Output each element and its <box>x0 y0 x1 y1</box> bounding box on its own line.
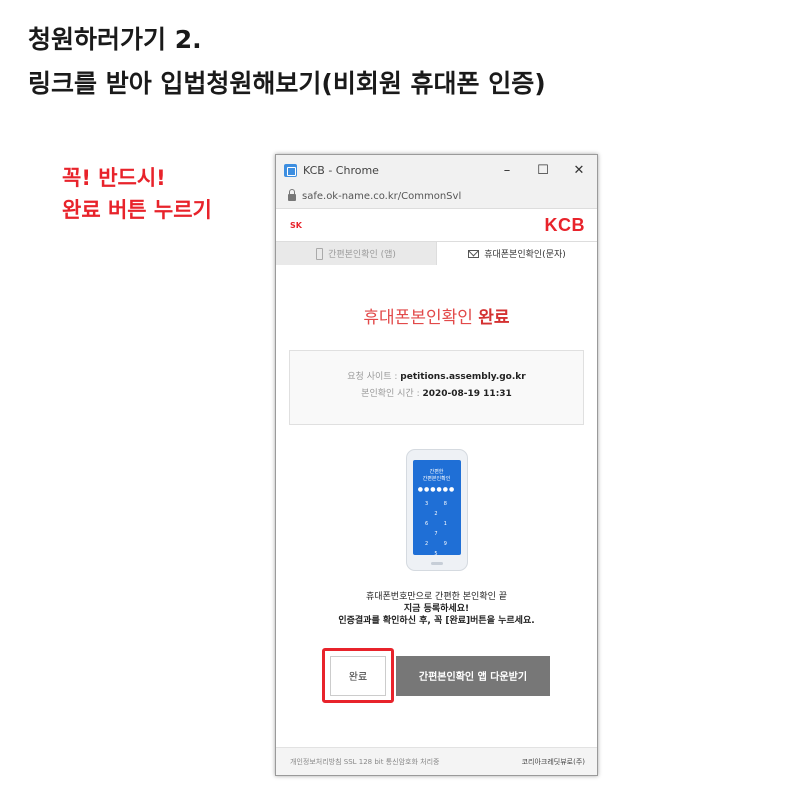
phone-pin-dots: ●●●●●● <box>417 486 456 493</box>
done-button[interactable]: 완료 <box>330 655 386 696</box>
button-row: 완료 간편본인확인 앱 다운받기 <box>276 648 597 703</box>
verification-tabs: 간편본인확인 (앱) 휴대폰본인확인(문자) <box>276 241 597 265</box>
app-download-button[interactable]: 간편본인확인 앱 다운받기 <box>396 655 550 696</box>
keypad-row-2: 6 1 7 <box>425 521 454 537</box>
window-title: KCB - Chrome <box>303 163 379 177</box>
chrome-window-icon <box>284 163 297 177</box>
info-time-row: 본인확인 시간 : 2020-08-19 11:31 <box>290 386 583 403</box>
browser-window: KCB - Chrome – ☐ ✕ safe.ok-name.co.kr/Co… <box>275 154 598 776</box>
phone-screen-line-2: 간편본인확인 <box>422 476 451 482</box>
status-title-done: 완료 <box>478 308 510 328</box>
close-button[interactable]: ✕ <box>561 163 597 178</box>
status-title-prefix: 휴대폰본인확인 <box>363 308 479 328</box>
window-titlebar: KCB - Chrome – ☐ ✕ <box>276 155 597 185</box>
phone-illustration: 간편한 간편본인확인 ●●●●●● 3 8 2 6 1 7 2 9 5 <box>405 449 468 571</box>
mail-icon <box>468 249 480 258</box>
callout-line-1: 꼭! 반드시! <box>62 166 166 190</box>
done-button-highlight: 완료 <box>322 648 394 703</box>
maximize-button[interactable]: ☐ <box>525 163 561 178</box>
site-value: petitions.assembly.go.kr <box>400 372 526 382</box>
content-area: 휴대폰본인확인 완료 요청 사이트 : petitions.assembly.g… <box>276 303 597 703</box>
window-footer: 개인정보처리방침 SSL 128 bit 통신암호화 처리중 코리아크레딧뷰로(… <box>276 747 597 775</box>
heading-line-2: 링크를 받아 입법청원해보기(비회원 휴대폰 인증) <box>28 69 546 98</box>
guide-line-1: 휴대폰번호만으로 간편한 본인확인 끝 <box>365 592 508 602</box>
time-value: 2020-08-19 11:31 <box>422 389 512 399</box>
heading-line-1: 청원하러가기 2. <box>28 25 202 54</box>
tab-app-verification[interactable]: 간편본인확인 (앱) <box>276 241 436 265</box>
keypad-row-3: 2 9 5 <box>425 541 454 557</box>
tab-app-label: 간편본인확인 (앱) <box>328 250 396 260</box>
phone-screen: 간편한 간편본인확인 ●●●●●● 3 8 2 6 1 7 2 9 5 <box>412 460 461 557</box>
phone-icon <box>316 247 324 260</box>
phone-screen-line-1: 간편한 <box>429 469 444 475</box>
phone-keypad: 3 8 2 6 1 7 2 9 5 <box>413 499 461 559</box>
tab-sms-label: 휴대폰본인확인(문자) <box>484 250 566 260</box>
callout-line-2: 완료 버튼 누르기 <box>62 198 212 222</box>
info-site-row: 요청 사이트 : petitions.assembly.go.kr <box>290 369 583 386</box>
minimize-button[interactable]: – <box>489 163 525 178</box>
page-heading: 청원하러가기 2. 링크를 받아 입법청원해보기(비회원 휴대폰 인증) <box>28 18 546 106</box>
sk-logo: SK <box>290 220 302 230</box>
keypad-row-1: 3 8 2 <box>425 501 454 517</box>
site-label: 요청 사이트 : <box>347 372 401 382</box>
status-title: 휴대폰본인확인 완료 <box>276 303 597 328</box>
lock-icon <box>288 189 296 201</box>
guide-text: 휴대폰번호만으로 간편한 본인확인 끝 지금 등록하세요! 인증결과를 확인하신… <box>276 591 597 627</box>
brand-bar: SK KCB <box>276 209 597 241</box>
footer-copyright: 코리아크레딧뷰로(주) <box>521 757 585 766</box>
callout-note: 꼭! 반드시! 완료 버튼 누르기 <box>62 162 212 226</box>
address-bar[interactable]: safe.ok-name.co.kr/CommonSvl <box>276 185 597 209</box>
phone-home-bar <box>430 562 443 565</box>
time-label: 본인확인 시간 : <box>361 389 423 399</box>
kcb-logo: KCB <box>544 214 585 235</box>
footer-links[interactable]: 개인정보처리방침 SSL 128 bit 통신암호화 처리중 <box>290 757 439 767</box>
url-text: safe.ok-name.co.kr/CommonSvl <box>302 191 462 202</box>
guide-line-2: 지금 등록하세요! <box>403 604 470 614</box>
guide-line-3: 인증결과를 확인하신 후, 꼭 [완료]버튼을 누르세요. <box>338 616 535 626</box>
tab-sms-verification[interactable]: 휴대폰본인확인(문자) <box>436 241 597 265</box>
info-box: 요청 사이트 : petitions.assembly.go.kr 본인확인 시… <box>289 350 584 425</box>
